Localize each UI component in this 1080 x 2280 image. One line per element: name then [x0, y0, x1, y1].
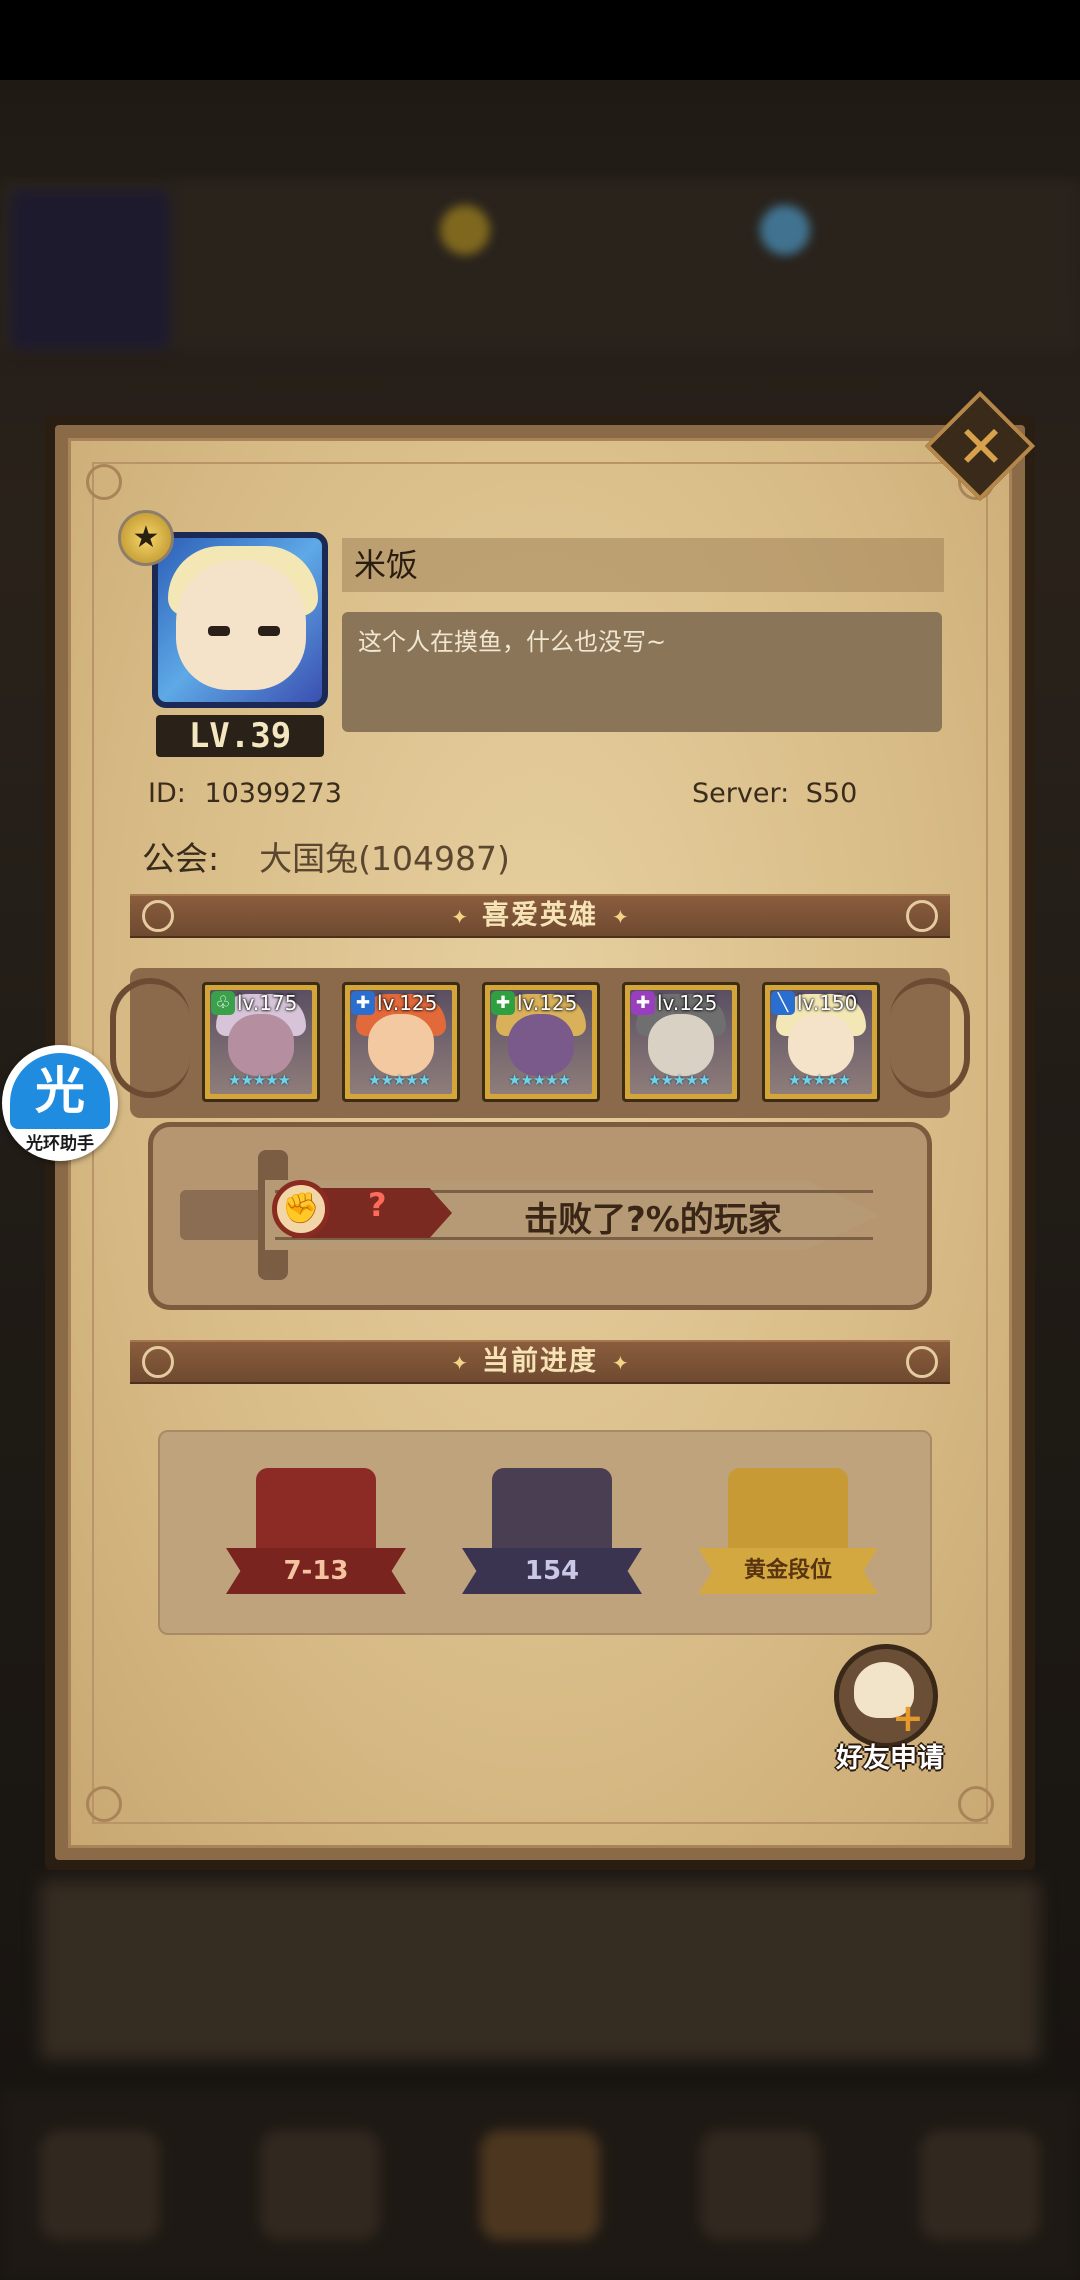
player-server: Server: S50	[692, 778, 857, 809]
guild-value[interactable]: 大国兔(104987)	[259, 839, 510, 878]
player-guild: 公会: 大国兔(104987)	[142, 832, 510, 880]
cross-icon: ✚	[631, 991, 655, 1015]
avatar-eye	[258, 626, 280, 636]
hero-stars: ★★★★★	[227, 1071, 291, 1089]
avatar-eye	[208, 626, 230, 636]
hero-card[interactable]: ✚ lv.125 ★★★★★	[622, 982, 740, 1102]
spiral-ornament-icon	[142, 1346, 174, 1378]
spiral-ornament-icon	[142, 900, 174, 932]
fist-icon: ✊	[272, 1180, 330, 1238]
tower-progress-label: 154	[462, 1548, 642, 1594]
assistant-logo-icon: 光	[10, 1053, 110, 1129]
corner-ornament	[86, 464, 122, 500]
hero-level: lv.125	[517, 991, 578, 1015]
close-icon: ✕	[956, 413, 1006, 481]
hero-level: lv.125	[657, 991, 718, 1015]
hero-face	[228, 1014, 294, 1076]
hero-face	[368, 1014, 434, 1076]
sparkle-icon: ✦	[612, 1351, 629, 1375]
hero-stars: ★★★★★	[647, 1071, 711, 1089]
stage-progress-label: 7-13	[226, 1548, 406, 1594]
player-avatar[interactable]: ★ LV.39	[118, 510, 338, 760]
player-name: 米饭	[342, 538, 944, 592]
hero-face	[648, 1014, 714, 1076]
cross-icon: ✚	[351, 991, 375, 1015]
player-bio: 这个人在摸鱼，什么也没写~	[342, 612, 942, 732]
favorite-heroes-title: 喜爱英雄	[482, 900, 598, 931]
hero-card[interactable]: ✚ lv.125 ★★★★★	[482, 982, 600, 1102]
current-progress-banner: ✦ 当前进度 ✦	[130, 1340, 950, 1384]
tower-progress[interactable]: 154	[452, 1468, 652, 1608]
assistant-caption: 光环助手	[26, 1134, 94, 1154]
hero-card[interactable]: ♧ lv.175 ★★★★★	[202, 982, 320, 1102]
cross-icon: ✚	[491, 991, 515, 1015]
player-id-label: ID:	[148, 778, 186, 809]
hero-card[interactable]: ✚ lv.125 ★★★★★	[342, 982, 460, 1102]
level-badge: LV.39	[156, 715, 324, 757]
avatar-face	[176, 560, 306, 690]
hero-face	[788, 1014, 854, 1076]
sparkle-icon: ✦	[612, 905, 629, 929]
hero-card[interactable]: ╲ lv.150 ★★★★★	[762, 982, 880, 1102]
sparkle-icon: ✦	[451, 1351, 468, 1375]
status-bar	[0, 0, 1080, 80]
hero-stars: ★★★★★	[787, 1071, 851, 1089]
hero-stars: ★★★★★	[507, 1071, 571, 1089]
rank-progress-label: 黄金段位	[698, 1548, 878, 1594]
close-button[interactable]: ✕	[924, 390, 1036, 502]
friend-request-label: 好友申请	[836, 1743, 944, 1774]
star-medal-icon: ★	[118, 510, 174, 566]
corner-ornament	[958, 1786, 994, 1822]
avatar-portrait	[152, 532, 328, 708]
server-value: S50	[805, 778, 858, 809]
defeat-value: ?	[368, 1186, 387, 1224]
hero-stars: ★★★★★	[367, 1071, 431, 1089]
leaf-icon: ♧	[211, 991, 235, 1015]
friend-request-button[interactable]: + 好友申请	[820, 1644, 960, 1774]
assistant-floating-button[interactable]: 光 光环助手	[2, 1045, 118, 1161]
sword-hilt	[180, 1190, 270, 1240]
corner-ornament	[86, 1786, 122, 1822]
current-progress-title: 当前进度	[482, 1346, 598, 1377]
player-id-value: 10399273	[204, 778, 342, 809]
spiral-ornament-icon	[906, 1346, 938, 1378]
defeat-text: 击败了?%的玩家	[524, 1200, 782, 1240]
hero-level: lv.175	[237, 991, 298, 1015]
sparkle-icon: ✦	[451, 905, 468, 929]
hero-face	[508, 1014, 574, 1076]
stage-progress[interactable]: 7-13	[216, 1468, 416, 1608]
guild-label: 公会:	[142, 839, 220, 878]
hero-level: lv.125	[377, 991, 438, 1015]
player-id: ID: 10399273	[148, 778, 342, 809]
plus-icon: +	[892, 1696, 924, 1740]
favorite-heroes-banner: ✦ 喜爱英雄 ✦	[130, 894, 950, 938]
server-label: Server:	[692, 778, 790, 809]
spiral-ornament-icon	[906, 900, 938, 932]
hero-level: lv.150	[797, 991, 858, 1015]
rank-progress[interactable]: 黄金段位	[688, 1468, 888, 1608]
sword-icon: ╲	[771, 991, 795, 1015]
